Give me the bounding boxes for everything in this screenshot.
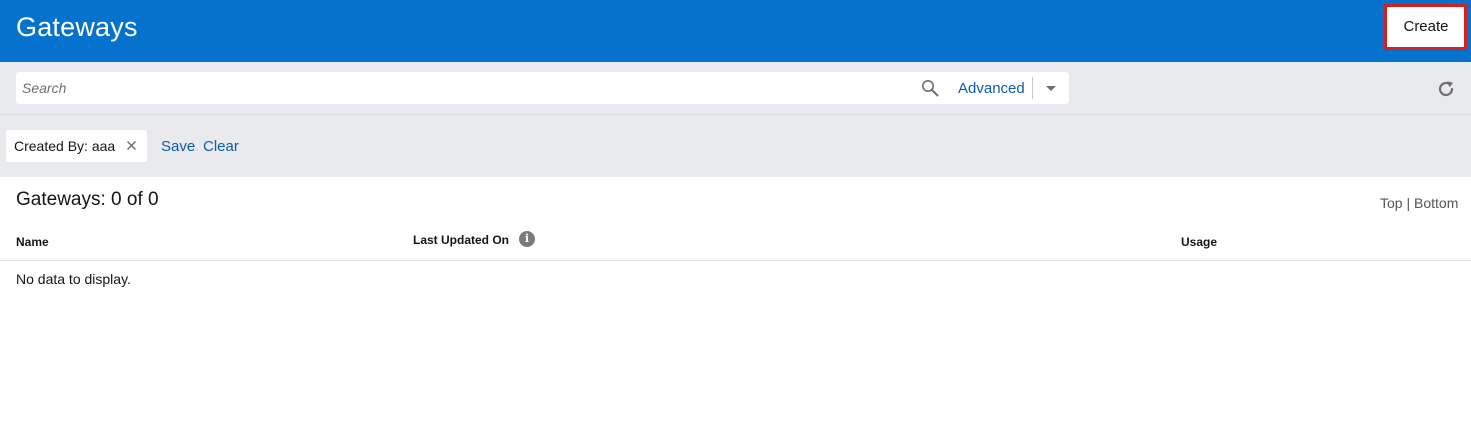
filter-bar: Created By: aaa Save Clear bbox=[0, 115, 1471, 177]
top-link[interactable]: Top bbox=[1380, 195, 1403, 211]
filter-chip[interactable]: Created By: aaa bbox=[6, 130, 147, 162]
bottom-link[interactable]: Bottom bbox=[1414, 195, 1458, 211]
search-divider bbox=[1032, 77, 1033, 99]
info-icon[interactable]: i bbox=[519, 231, 535, 247]
filter-chip-label: Created By: aaa bbox=[14, 138, 116, 154]
top-bottom-nav: Top | Bottom bbox=[1380, 195, 1458, 211]
create-button[interactable]: Create bbox=[1391, 10, 1461, 42]
nav-separator: | bbox=[1406, 195, 1411, 211]
save-filter-link[interactable]: Save bbox=[161, 138, 195, 155]
close-icon[interactable] bbox=[125, 139, 138, 152]
page-header: Gateways bbox=[0, 0, 1471, 62]
refresh-icon[interactable] bbox=[1436, 79, 1456, 99]
search-toolbar: Advanced bbox=[0, 62, 1471, 115]
column-header-name[interactable]: Name bbox=[16, 235, 49, 249]
search-box: Advanced bbox=[16, 72, 1069, 104]
results-count: Gateways: 0 of 0 bbox=[16, 189, 159, 210]
search-icon[interactable] bbox=[921, 79, 939, 97]
column-header-usage[interactable]: Usage bbox=[1181, 235, 1217, 249]
advanced-search-link[interactable]: Advanced bbox=[958, 80, 1025, 97]
page-title: Gateways bbox=[16, 12, 138, 42]
empty-table-message: No data to display. bbox=[16, 271, 131, 287]
search-input[interactable] bbox=[16, 72, 916, 104]
chevron-down-icon[interactable] bbox=[1043, 80, 1059, 96]
table-header-divider bbox=[0, 260, 1471, 261]
clear-filter-link[interactable]: Clear bbox=[203, 138, 239, 155]
column-header-last-updated[interactable]: Last Updated On bbox=[413, 233, 509, 247]
